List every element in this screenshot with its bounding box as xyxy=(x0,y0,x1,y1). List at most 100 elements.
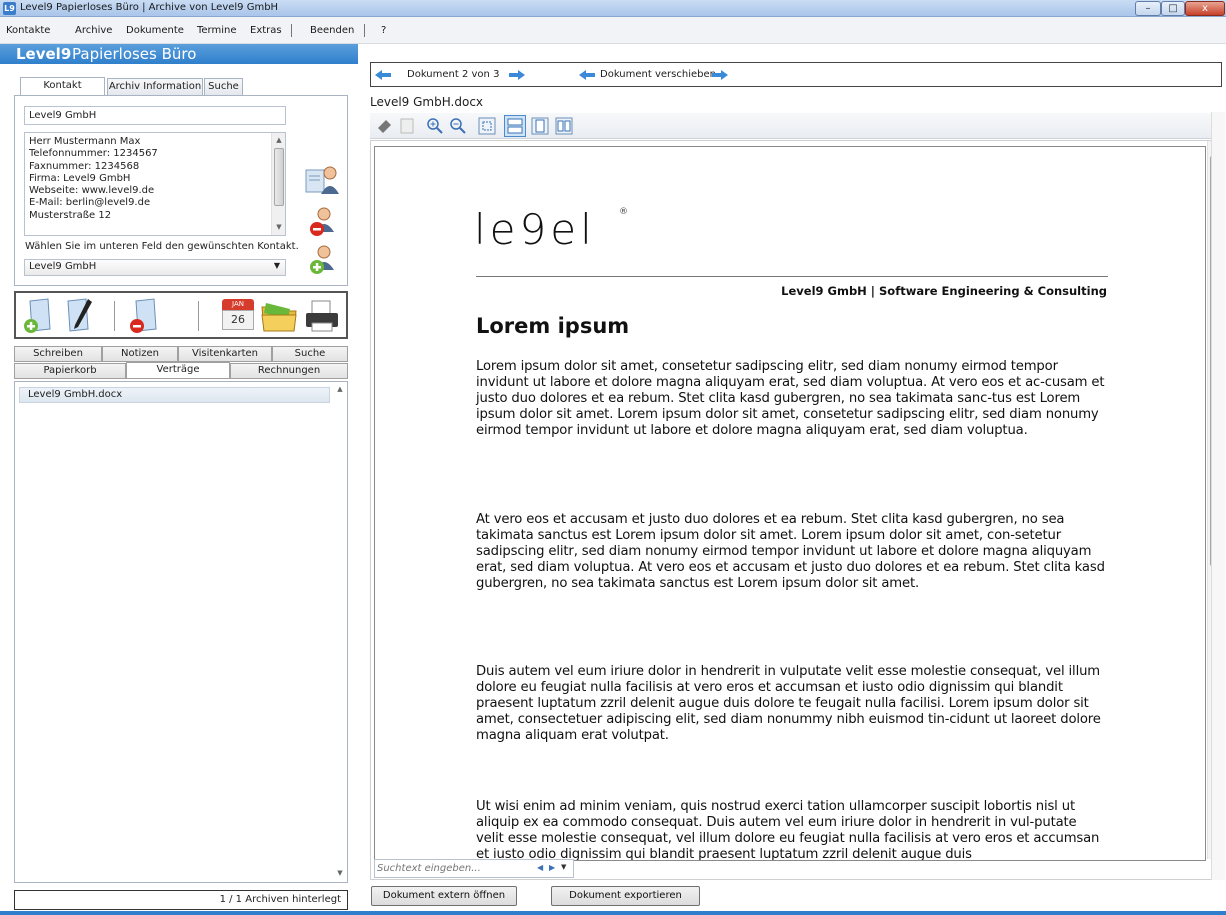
brand-subtitle: Papierloses Büro xyxy=(72,45,197,63)
menu-beenden[interactable]: Beenden xyxy=(310,25,354,36)
contact-detail: Telefonnummer: 1234567 xyxy=(29,148,158,160)
window-title: Level9 Papierloses Büro | Archive von Le… xyxy=(20,2,279,13)
archive-status: 1 / 1 Archiven hinterlegt xyxy=(219,894,341,905)
contact-panel: Level9 GmbH Herr Mustermann Max Telefonn… xyxy=(14,95,348,286)
document-paragraph: At vero eos et accusam et justo duo dolo… xyxy=(476,512,1105,591)
scroll-up-icon[interactable]: ▲ xyxy=(333,382,347,396)
two-pages-icon[interactable] xyxy=(555,117,573,135)
menu-dokumente[interactable]: Dokumente xyxy=(126,25,184,36)
search-options-icon[interactable]: ▼ xyxy=(561,863,566,871)
scroll-down-icon[interactable]: ▼ xyxy=(272,220,286,234)
logo-text: le9el xyxy=(474,205,596,254)
copy-icon[interactable] xyxy=(400,118,414,134)
document-viewer: le9el ® Level9 GmbH | Software Engineeri… xyxy=(370,140,1222,880)
fit-width-icon[interactable] xyxy=(504,115,526,137)
delete-document-icon[interactable] xyxy=(128,297,164,335)
file-list-scrollbar[interactable]: ▲ ▼ xyxy=(333,382,347,882)
move-left-icon[interactable] xyxy=(579,70,595,80)
tab-rechnungen[interactable]: Rechnungen xyxy=(230,363,348,379)
search-next-icon[interactable]: ▶ xyxy=(549,863,555,872)
document-navigation: Dokument 2 von 3 Dokument verschieben xyxy=(370,62,1222,87)
file-list-item[interactable]: Level9 GmbH.docx xyxy=(19,387,330,403)
document-filename: Level9 GmbH.docx xyxy=(370,95,484,109)
tab-suche-dokumente[interactable]: Suche xyxy=(272,346,348,362)
tab-visitenkarten[interactable]: Visitenkarten xyxy=(178,346,272,362)
move-document-label: Dokument verschieben xyxy=(600,69,716,80)
brand-name: Level9 xyxy=(16,45,72,63)
menu-separator xyxy=(364,24,365,37)
menu-separator xyxy=(291,24,292,37)
menu-extras[interactable]: Extras xyxy=(250,25,282,36)
remove-contact-icon[interactable] xyxy=(308,206,338,238)
toolbar-separator xyxy=(198,301,199,331)
search-prev-icon[interactable]: ◀ xyxy=(537,863,543,872)
company-logo: le9el xyxy=(474,205,596,254)
contact-name-field[interactable]: Level9 GmbH xyxy=(24,106,286,125)
toolbar-separator xyxy=(114,301,115,331)
contact-detail: Musterstraße 12 xyxy=(29,209,112,221)
app-icon: L9 xyxy=(3,2,16,15)
archive-status-box: 1 / 1 Archiven hinterlegt xyxy=(14,890,348,910)
contact-card-icon[interactable] xyxy=(304,164,340,196)
document-paragraph: Lorem ipsum dolor sit amet, consetetur s… xyxy=(476,359,1105,438)
maximize-button[interactable]: □ xyxy=(1161,1,1185,16)
add-contact-icon[interactable] xyxy=(308,244,338,276)
export-button[interactable]: Dokument exportieren xyxy=(551,886,700,906)
menu-kontakte[interactable]: Kontakte xyxy=(6,25,50,36)
zoom-out-icon[interactable] xyxy=(450,118,466,134)
actual-size-icon[interactable] xyxy=(478,117,496,135)
scrollbar[interactable]: ▲ ▼ xyxy=(271,133,285,235)
outer-scrollbar[interactable] xyxy=(1211,112,1225,880)
menu-termine[interactable]: Termine xyxy=(197,25,237,36)
document-heading: Lorem ipsum xyxy=(476,314,630,338)
new-document-icon[interactable] xyxy=(22,297,58,335)
folder-icon[interactable] xyxy=(260,299,298,333)
menu-help[interactable]: ? xyxy=(381,25,386,36)
zoom-in-icon[interactable] xyxy=(427,118,443,134)
open-external-button[interactable]: Dokument extern öffnen xyxy=(371,886,517,906)
document-position: Dokument 2 von 3 xyxy=(407,69,500,80)
menu-archive[interactable]: Archive xyxy=(75,25,112,36)
next-document-icon[interactable] xyxy=(509,70,525,80)
tab-papierkorb[interactable]: Papierkorb xyxy=(14,363,126,379)
print-small-icon[interactable] xyxy=(376,118,393,134)
edit-document-icon[interactable] xyxy=(64,297,96,335)
print-icon[interactable] xyxy=(304,299,340,333)
tab-vertraege[interactable]: Verträge xyxy=(126,362,230,379)
title-bar: L9 Level9 Papierloses Büro | Archive von… xyxy=(0,0,1226,17)
app-header: Level9 Papierloses Büro xyxy=(0,44,358,64)
contact-select[interactable]: Level9 GmbH ▼ xyxy=(24,259,286,276)
logo-registered-mark: ® xyxy=(619,207,628,217)
calendar-month: JAN xyxy=(222,299,254,310)
contact-details-box[interactable]: Herr Mustermann Max Telefonnummer: 12345… xyxy=(24,132,286,236)
scrollbar-thumb[interactable] xyxy=(274,148,284,206)
contact-detail: Webseite: www.level9.de xyxy=(29,185,155,197)
viewer-toolbar xyxy=(370,113,1214,139)
search-box: ◀ ▶ ▼ xyxy=(374,859,574,878)
bottom-accent-bar xyxy=(0,911,1226,915)
contact-select-value: Level9 GmbH xyxy=(29,261,97,272)
contact-detail: Firma: Level9 GmbH xyxy=(29,172,131,184)
menu-bar: Kontakte Archive Dokumente Termine Extra… xyxy=(0,17,1226,44)
chevron-down-icon: ▼ xyxy=(273,261,280,270)
document-toolbar: JAN 26 xyxy=(14,291,348,339)
contact-hint: Wählen Sie im unteren Feld den gewünscht… xyxy=(25,241,299,252)
close-button[interactable]: x xyxy=(1185,1,1225,16)
scroll-down-icon[interactable]: ▼ xyxy=(333,866,347,880)
tab-schreiben[interactable]: Schreiben xyxy=(14,346,102,362)
move-right-icon[interactable] xyxy=(712,70,728,80)
minimize-button[interactable]: – xyxy=(1135,1,1161,16)
calendar-icon[interactable]: JAN 26 xyxy=(222,299,254,331)
tab-kontakt-auswahl[interactable]: Kontakt Auswahl xyxy=(20,77,105,107)
company-line: Level9 GmbH | Software Engineering & Con… xyxy=(781,284,1107,298)
tab-archiv-information[interactable]: Archiv Information xyxy=(107,78,203,95)
scroll-up-icon[interactable]: ▲ xyxy=(272,133,286,147)
search-input[interactable] xyxy=(377,861,527,876)
single-page-icon[interactable] xyxy=(531,117,549,135)
document-paragraph: Duis autem vel eum iriure dolor in hendr… xyxy=(476,664,1101,743)
tab-notizen[interactable]: Notizen xyxy=(102,346,178,362)
document-paragraph: Ut wisi enim ad minim veniam, quis nostr… xyxy=(476,799,1100,861)
contact-detail: E-Mail: berlin@level9.de xyxy=(29,197,151,209)
tab-suche[interactable]: Suche xyxy=(204,78,243,95)
previous-document-icon[interactable] xyxy=(375,70,391,80)
